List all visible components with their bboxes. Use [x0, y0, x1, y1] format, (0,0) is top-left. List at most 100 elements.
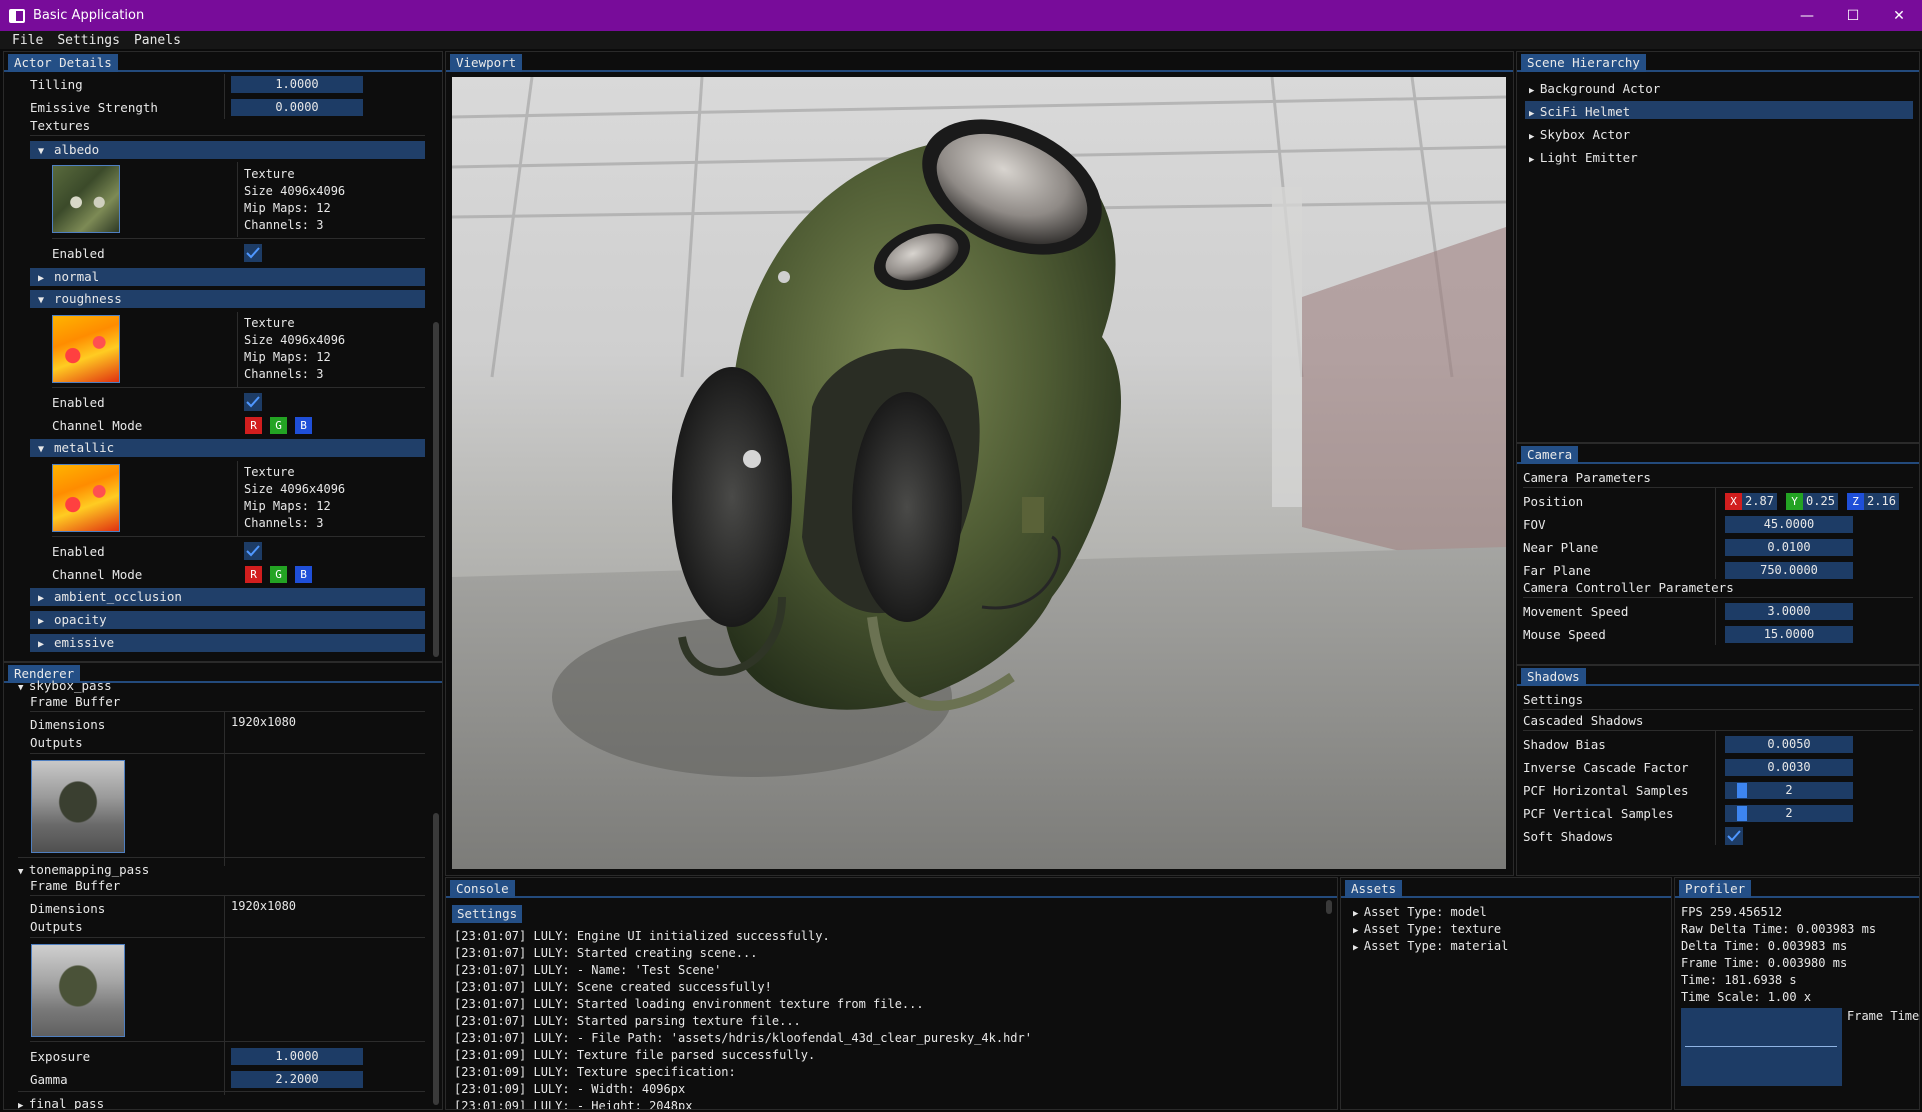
albedo-info-channels: Channels: 3 — [244, 218, 324, 232]
console-settings-button[interactable]: Settings — [452, 905, 523, 923]
metallic-channel-b-button[interactable]: B — [295, 566, 312, 583]
shadow-settings-label: Settings — [1523, 692, 1584, 707]
close-button[interactable]: ✕ — [1876, 0, 1922, 31]
chevron-right-icon: ▶ — [1529, 109, 1540, 119]
menu-file[interactable]: File — [12, 33, 43, 48]
tab-console[interactable]: Console — [450, 880, 515, 898]
soft-shadows-checkbox[interactable] — [1725, 827, 1743, 845]
title-bar: Basic Application — ☐ ✕ — [0, 0, 1922, 31]
emissive-header[interactable]: ▶ emissive — [30, 634, 425, 652]
tonemapping-output-thumbnail — [31, 944, 125, 1037]
mouse-speed-field[interactable]: 15.0000 — [1725, 626, 1853, 643]
tilling-field[interactable]: 1.0000 — [231, 76, 363, 93]
metallic-info-type: Texture — [244, 465, 295, 479]
tab-viewport[interactable]: Viewport — [450, 54, 523, 72]
movement-speed-field[interactable]: 3.0000 — [1725, 603, 1853, 620]
menu-settings[interactable]: Settings — [57, 33, 120, 48]
roughness-enabled-checkbox[interactable] — [244, 393, 262, 411]
movement-speed-label: Movement Speed — [1523, 604, 1629, 619]
viewport-render[interactable] — [452, 77, 1506, 869]
pcf-horizontal-label: PCF Horizontal Samples — [1523, 783, 1689, 798]
menu-panels[interactable]: Panels — [134, 33, 181, 48]
tonemapping-dimensions-label: Dimensions — [30, 901, 106, 916]
tab-camera[interactable]: Camera — [1521, 446, 1579, 464]
scene-hierarchy-panel: Scene Hierarchy ▶ Background Actor ▶ Sci… — [1516, 51, 1920, 443]
fov-label: FOV — [1523, 517, 1546, 532]
metallic-enabled-checkbox[interactable] — [244, 542, 262, 560]
tonemapping-outputs-label: Outputs — [30, 919, 83, 934]
profiler-time-scale: Time Scale: 1.00 x — [1681, 990, 1812, 1004]
tab-scene-hierarchy[interactable]: Scene Hierarchy — [1521, 54, 1646, 72]
hierarchy-item-light-emitter[interactable]: ▶ Light Emitter — [1529, 150, 1638, 165]
inverse-cascade-field[interactable]: 0.0030 — [1725, 759, 1853, 776]
fov-field[interactable]: 45.0000 — [1725, 516, 1853, 533]
chevron-right-icon: ▶ — [1529, 155, 1540, 165]
profiler-delta: Delta Time: 0.003983 ms — [1681, 939, 1848, 953]
position-z-field[interactable]: 2.16 — [1864, 493, 1899, 510]
roughness-info-mips: Mip Maps: 12 — [244, 350, 331, 364]
roughness-info-size: Size 4096x4096 — [244, 333, 346, 347]
roughness-info-type: Texture — [244, 316, 295, 330]
chevron-down-icon: ▼ — [18, 683, 29, 693]
tab-profiler[interactable]: Profiler — [1679, 880, 1752, 898]
albedo-enabled-checkbox[interactable] — [244, 244, 262, 262]
tab-shadows[interactable]: Shadows — [1521, 668, 1586, 686]
chevron-down-icon: ▼ — [38, 444, 45, 455]
console-line: [23:01:07] LULY: Started loading environ… — [454, 997, 924, 1011]
far-plane-field[interactable]: 750.0000 — [1725, 562, 1853, 579]
roughness-channel-g-button[interactable]: G — [270, 417, 287, 434]
shadows-panel: Shadows Settings Cascaded Shadows Shadow… — [1516, 665, 1920, 876]
pcf-horizontal-slider-grab[interactable] — [1737, 783, 1747, 798]
normal-header[interactable]: ▶ normal — [30, 268, 425, 286]
ambient-occlusion-header[interactable]: ▶ ambient_occlusion — [30, 588, 425, 606]
maximize-button[interactable]: ☐ — [1830, 0, 1876, 31]
asset-type-model[interactable]: ▶ Asset Type: model — [1353, 905, 1487, 919]
final-pass-node[interactable]: ▶ final_pass — [18, 1096, 104, 1109]
metallic-channel-r-button[interactable]: R — [245, 566, 262, 583]
chevron-right-icon: ▶ — [1353, 943, 1364, 953]
hierarchy-item-scifi-helmet[interactable]: ▶ SciFi Helmet — [1529, 104, 1630, 119]
metallic-header[interactable]: ▼ metallic — [30, 439, 425, 457]
emissive-strength-field[interactable]: 0.0000 — [231, 99, 363, 116]
exposure-field[interactable]: 1.0000 — [231, 1048, 363, 1065]
skybox-pass-node[interactable]: ▼ skybox_pass — [18, 678, 112, 693]
roughness-channel-b-button[interactable]: B — [295, 417, 312, 434]
renderer-scrollbar[interactable] — [432, 683, 440, 1109]
menu-bar: File Settings Panels — [0, 31, 1922, 49]
roughness-enabled-label: Enabled — [52, 395, 105, 410]
viewport-panel: Viewport — [445, 51, 1514, 876]
textures-label: Textures — [30, 118, 91, 133]
window-title: Basic Application — [33, 8, 145, 23]
camera-controller-label: Camera Controller Parameters — [1523, 580, 1734, 595]
hierarchy-item-skybox-actor[interactable]: ▶ Skybox Actor — [1529, 127, 1630, 142]
hierarchy-item-background-actor[interactable]: ▶ Background Actor — [1529, 81, 1660, 96]
albedo-info-size: Size 4096x4096 — [244, 184, 346, 198]
gamma-field[interactable]: 2.2000 — [231, 1071, 363, 1088]
albedo-texture-thumbnail — [52, 165, 120, 233]
camera-position-label: Position — [1523, 494, 1584, 509]
tonemapping-pass-node[interactable]: ▼ tonemapping_pass — [18, 862, 149, 877]
console-scrollbar[interactable] — [1325, 900, 1333, 1108]
chevron-down-icon: ▼ — [18, 867, 29, 877]
pcf-vertical-label: PCF Vertical Samples — [1523, 806, 1674, 821]
position-x-field[interactable]: 2.87 — [1742, 493, 1777, 510]
minimize-button[interactable]: — — [1784, 0, 1830, 31]
albedo-header[interactable]: ▼ albedo — [30, 141, 425, 159]
chevron-right-icon: ▶ — [1529, 132, 1540, 142]
opacity-header[interactable]: ▶ opacity — [30, 611, 425, 629]
skybox-outputs-label: Outputs — [30, 735, 83, 750]
tab-assets[interactable]: Assets — [1345, 880, 1403, 898]
profiler-raw-delta: Raw Delta Time: 0.003983 ms — [1681, 922, 1877, 936]
asset-type-texture[interactable]: ▶ Asset Type: texture — [1353, 922, 1501, 936]
pcf-vertical-slider-grab[interactable] — [1737, 806, 1747, 821]
actor-details-scrollbar[interactable] — [432, 72, 440, 661]
shadow-bias-field[interactable]: 0.0050 — [1725, 736, 1853, 753]
asset-type-material[interactable]: ▶ Asset Type: material — [1353, 939, 1508, 953]
roughness-header[interactable]: ▼ roughness — [30, 290, 425, 308]
far-plane-label: Far Plane — [1523, 563, 1591, 578]
tab-actor-details[interactable]: Actor Details — [8, 54, 118, 72]
position-y-field[interactable]: 0.25 — [1803, 493, 1838, 510]
roughness-channel-r-button[interactable]: R — [245, 417, 262, 434]
metallic-channel-g-button[interactable]: G — [270, 566, 287, 583]
near-plane-field[interactable]: 0.0100 — [1725, 539, 1853, 556]
